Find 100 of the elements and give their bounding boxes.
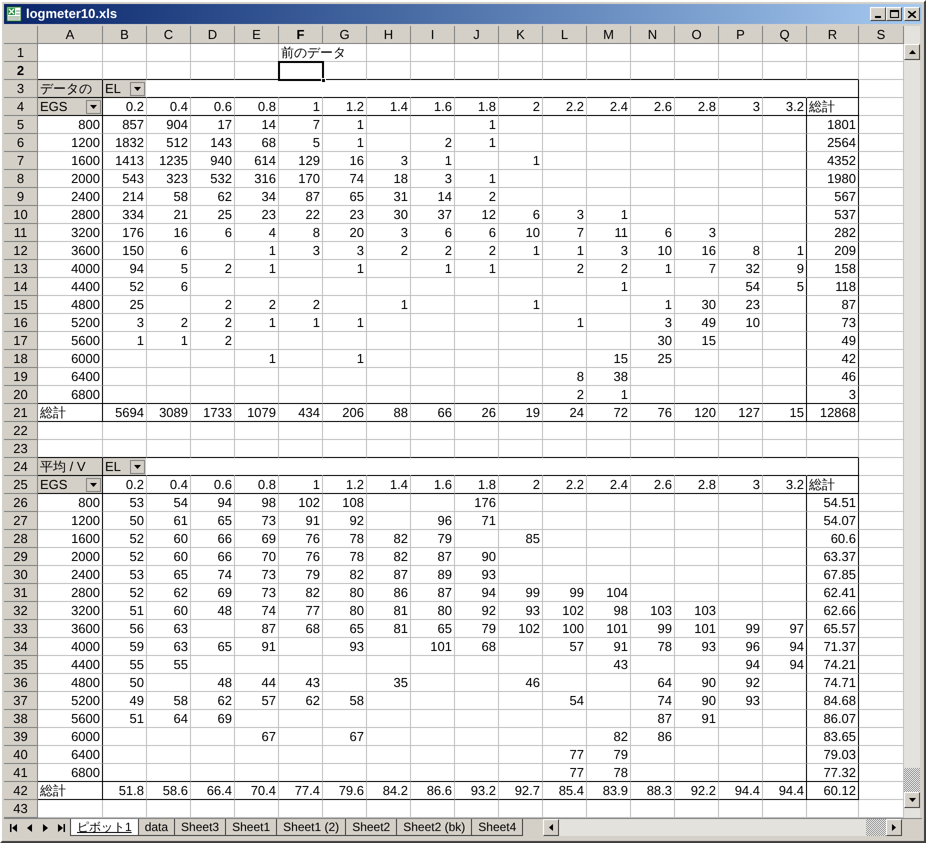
- column-header[interactable]: Q: [763, 26, 807, 44]
- column-header[interactable]: G: [323, 26, 367, 44]
- table-cell: 58: [147, 188, 191, 206]
- row-header[interactable]: 17: [4, 332, 38, 350]
- column-header[interactable]: P: [719, 26, 763, 44]
- row-header[interactable]: 38: [4, 710, 38, 728]
- row-header[interactable]: 13: [4, 260, 38, 278]
- table-cell: 1.4: [367, 98, 411, 116]
- scroll-down-button[interactable]: [904, 792, 920, 808]
- row-header[interactable]: 42: [4, 782, 38, 800]
- row-header[interactable]: 12: [4, 242, 38, 260]
- column-header[interactable]: S: [859, 26, 904, 44]
- row-header[interactable]: 3: [4, 80, 38, 98]
- vertical-scrollbar[interactable]: [904, 26, 920, 818]
- sheet-tab[interactable]: Sheet3: [174, 819, 226, 836]
- table-cell: 58: [323, 692, 367, 710]
- select-all-button[interactable]: [4, 26, 38, 44]
- row-header[interactable]: 35: [4, 656, 38, 674]
- row-header[interactable]: 19: [4, 368, 38, 386]
- column-header[interactable]: N: [631, 26, 675, 44]
- row-header[interactable]: 16: [4, 314, 38, 332]
- pivot-field-button[interactable]: EGS: [38, 476, 102, 493]
- table-cell: 857: [103, 116, 147, 134]
- column-header[interactable]: F: [279, 26, 323, 44]
- maximize-button[interactable]: [886, 7, 902, 21]
- row-header[interactable]: 20: [4, 386, 38, 404]
- close-button[interactable]: [904, 7, 920, 21]
- scroll-thumb[interactable]: [866, 819, 886, 836]
- sheet-tab[interactable]: data: [138, 819, 176, 836]
- row-header[interactable]: 7: [4, 152, 38, 170]
- table-cell: 91: [279, 512, 323, 530]
- row-header[interactable]: 39: [4, 728, 38, 746]
- scroll-up-button[interactable]: [904, 44, 920, 60]
- row-header[interactable]: 28: [4, 530, 38, 548]
- row-header[interactable]: 6: [4, 134, 38, 152]
- column-header[interactable]: L: [543, 26, 587, 44]
- row-header[interactable]: 40: [4, 746, 38, 764]
- row-header[interactable]: 30: [4, 566, 38, 584]
- row-header[interactable]: 25: [4, 476, 38, 494]
- row-header[interactable]: 11: [4, 224, 38, 242]
- column-header[interactable]: H: [367, 26, 411, 44]
- row-header[interactable]: 10: [4, 206, 38, 224]
- row-header[interactable]: 27: [4, 512, 38, 530]
- column-header[interactable]: R: [807, 26, 859, 44]
- row-header[interactable]: 23: [4, 440, 38, 458]
- table-cell: 26: [455, 404, 499, 422]
- sheet-tab[interactable]: Sheet1 (2): [276, 819, 346, 836]
- row-header[interactable]: 4: [4, 98, 38, 116]
- column-header[interactable]: J: [455, 26, 499, 44]
- minimize-button[interactable]: [870, 7, 886, 21]
- row-header[interactable]: 1: [4, 44, 38, 62]
- column-header[interactable]: I: [411, 26, 455, 44]
- row-header[interactable]: 18: [4, 350, 38, 368]
- column-header[interactable]: B: [103, 26, 147, 44]
- column-header[interactable]: C: [147, 26, 191, 44]
- row-header[interactable]: 22: [4, 422, 38, 440]
- column-header[interactable]: D: [191, 26, 235, 44]
- table-cell: 51: [103, 602, 147, 620]
- table-cell: 70: [235, 548, 279, 566]
- pivot-field-button[interactable]: データの: [38, 80, 102, 97]
- column-header[interactable]: M: [587, 26, 631, 44]
- row-header[interactable]: 5: [4, 116, 38, 134]
- row-header[interactable]: 15: [4, 296, 38, 314]
- row-header[interactable]: 26: [4, 494, 38, 512]
- row-header[interactable]: 24: [4, 458, 38, 476]
- row-header[interactable]: 8: [4, 170, 38, 188]
- pivot-field-button[interactable]: EL: [103, 458, 146, 475]
- row-header[interactable]: 43: [4, 800, 38, 818]
- table-cell: 5: [279, 134, 323, 152]
- row-header[interactable]: 33: [4, 620, 38, 638]
- row-header[interactable]: 41: [4, 764, 38, 782]
- table-cell: 543: [103, 170, 147, 188]
- sheet-tab[interactable]: Sheet4: [471, 819, 524, 836]
- row-header[interactable]: 34: [4, 638, 38, 656]
- pivot-field-button[interactable]: 平均 / V: [38, 458, 102, 475]
- pivot-field-button[interactable]: EGS: [38, 98, 102, 115]
- maximize-icon: [890, 10, 898, 18]
- table-cell: 80: [411, 602, 455, 620]
- row-header[interactable]: 14: [4, 278, 38, 296]
- sheet-tab[interactable]: Sheet2: [345, 819, 398, 836]
- row-header[interactable]: 9: [4, 188, 38, 206]
- column-header[interactable]: K: [499, 26, 543, 44]
- sheet-tab[interactable]: Sheet1: [225, 819, 278, 836]
- scroll-left-button[interactable]: [543, 819, 559, 836]
- table-cell: 2: [367, 242, 411, 260]
- row-header[interactable]: 32: [4, 602, 38, 620]
- pivot-field-button[interactable]: EL: [103, 80, 146, 97]
- row-header[interactable]: 2: [4, 62, 38, 80]
- sheet-tab[interactable]: Sheet2 (bk): [396, 819, 472, 836]
- column-header[interactable]: A: [38, 26, 103, 44]
- row-header[interactable]: 31: [4, 584, 38, 602]
- scroll-thumb[interactable]: [904, 768, 920, 792]
- column-header[interactable]: E: [235, 26, 279, 44]
- row-header[interactable]: 37: [4, 692, 38, 710]
- scroll-right-button[interactable]: [886, 819, 902, 836]
- row-header[interactable]: 29: [4, 548, 38, 566]
- sheet-tab[interactable]: ピボット1: [70, 819, 139, 836]
- row-header[interactable]: 21: [4, 404, 38, 422]
- row-header[interactable]: 36: [4, 674, 38, 692]
- column-header[interactable]: O: [675, 26, 719, 44]
